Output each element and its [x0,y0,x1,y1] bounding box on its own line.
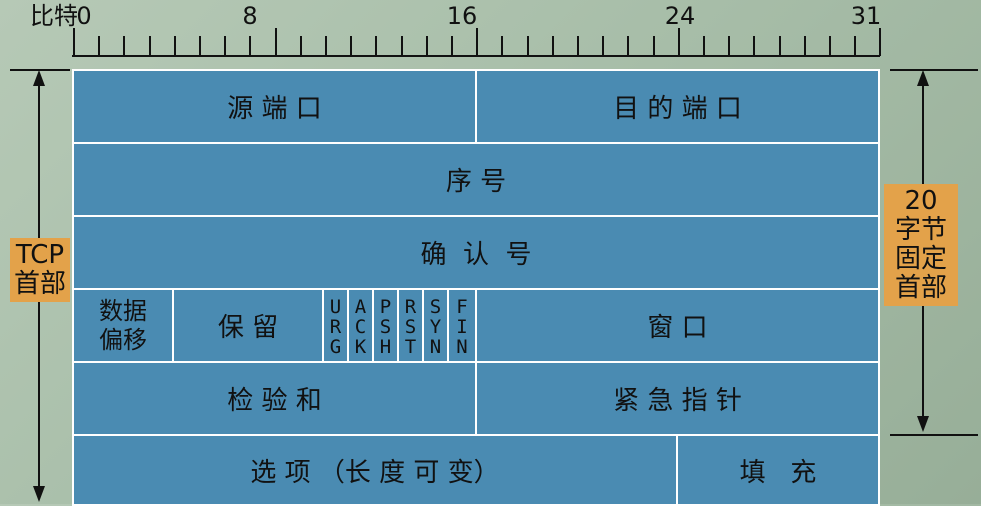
right-top-line [890,69,978,71]
fixed-header-label-line1: 20 [904,186,938,216]
ruler-tick [275,28,277,56]
ruler-mark-24: 24 [664,2,696,30]
flag-urg: URG [322,288,349,363]
ruler-tick [73,28,75,56]
urgent-pointer-field: 紧 急 指 针 [475,361,880,436]
right-arrow-shaft-top [922,84,924,184]
ruler-tick [375,36,377,56]
checksum-field: 检 验 和 [72,361,477,436]
flag-fin: FIN [447,288,477,363]
ruler-tick [224,36,226,56]
ruler-tick [350,36,352,56]
right-bottom-line [890,434,978,436]
tcp-header-label-line1: TCP [15,240,65,270]
window-field: 窗 口 [475,288,880,363]
ruler-tick [174,36,176,56]
ruler-tick [804,36,806,56]
tcp-header-grid: 源 端 口 目 的 端 口 序 号 确 认 号 数据 偏移 保 留 URG AC… [72,69,880,506]
ruler-tick [123,36,125,56]
right-arrow-down [917,416,929,432]
flag-syn: SYN [422,288,449,363]
flag-psh: PSH [372,288,399,363]
left-arrow-shaft-top [38,84,40,238]
ruler-tick [602,36,604,56]
ruler-tick [779,36,781,56]
ruler-title: 比特 [30,2,78,30]
ruler-mark-0: 0 [76,2,92,30]
ruler-tick [199,36,201,56]
left-arrow-down [33,486,45,502]
sequence-number-field: 序 号 [72,142,880,217]
fixed-header-label-line3: 固定 [894,244,947,274]
ruler-tick [577,36,579,56]
tcp-header-label-line2: 首部 [13,269,66,299]
ruler-tick [401,36,403,56]
ruler-tick [829,36,831,56]
ruler-tick [149,36,151,56]
ruler-tick [451,36,453,56]
ruler-mark-31: 31 [850,2,882,30]
fixed-header-label-line4: 首部 [894,273,947,303]
tcp-header-label: TCP 首部 [10,238,70,302]
flag-rst: RST [397,288,424,363]
ruler-tick [879,28,881,56]
ruler-tick [476,28,478,56]
ruler-tick [653,36,655,56]
ruler-mark-16: 16 [446,2,478,30]
reserved-field: 保 留 [172,288,324,363]
dest-port-field: 目 的 端 口 [475,69,880,144]
ruler-tick [426,36,428,56]
ruler-tick [703,36,705,56]
ruler-mark-8: 8 [242,2,258,30]
padding-field: 填 充 [676,434,880,506]
ruler-tick [98,36,100,56]
left-arrow-shaft-bottom [38,302,40,488]
ruler-tick [501,36,503,56]
ruler-tick [552,36,554,56]
source-port-field: 源 端 口 [72,69,477,144]
flag-ack: ACK [347,288,374,363]
ruler-tick [728,36,730,56]
ruler-tick [854,36,856,56]
ruler-tick [325,36,327,56]
ruler-tick [678,28,680,56]
ack-number-field: 确 认 号 [72,215,880,290]
ruler-tick [527,36,529,56]
ruler-tick [249,36,251,56]
options-field: 选 项 （长 度 可 变） [72,434,678,506]
right-arrow-shaft-bottom [922,306,924,418]
data-offset-field: 数据 偏移 [72,288,174,363]
ruler-tick [753,36,755,56]
fixed-header-label: 20 字节 固定 首部 [884,184,958,306]
ruler-tick [627,36,629,56]
ruler-tick [300,36,302,56]
fixed-header-label-line2: 字节 [894,215,947,245]
